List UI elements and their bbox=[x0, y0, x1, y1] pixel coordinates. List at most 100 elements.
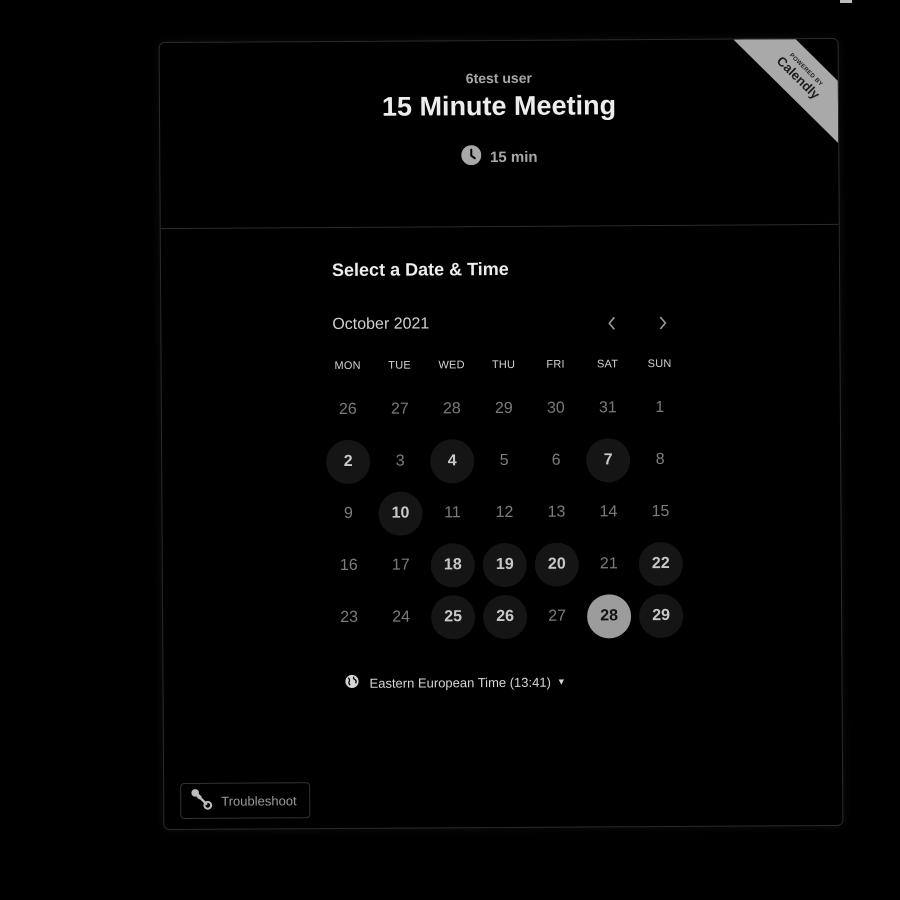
globe-icon bbox=[344, 674, 359, 692]
window-edge-mark bbox=[840, 0, 852, 3]
day-number: 30 bbox=[546, 399, 565, 417]
troubleshoot-label: Troubleshoot bbox=[221, 792, 297, 809]
month-navigation: October 2021 bbox=[332, 310, 682, 342]
day-number: 7 bbox=[586, 438, 631, 483]
day-number: 3 bbox=[395, 452, 405, 470]
day-number: 31 bbox=[598, 399, 617, 417]
day-number: 27 bbox=[548, 607, 567, 625]
day-number: 14 bbox=[599, 503, 618, 521]
day-number: 11 bbox=[444, 504, 461, 522]
scheduling-card: POWERED BY Calendly 6test user 15 Minute… bbox=[158, 37, 844, 831]
duration-label: 15 min bbox=[489, 148, 538, 166]
day-number: 9 bbox=[343, 504, 353, 522]
day-number: 18 bbox=[430, 543, 475, 588]
next-month-button[interactable] bbox=[647, 310, 677, 340]
selected-day[interactable]: 28 bbox=[583, 590, 635, 642]
day-number: 6 bbox=[551, 451, 561, 469]
wrench-icon bbox=[191, 788, 213, 813]
day-number: 10 bbox=[378, 491, 423, 536]
available-day[interactable]: 26 bbox=[479, 591, 531, 643]
weekday-label: THU bbox=[491, 358, 516, 372]
available-day[interactable]: 19 bbox=[479, 539, 531, 591]
weekday-header: MON TUE WED THU FRI SAT SUN bbox=[322, 358, 686, 372]
available-day[interactable]: 22 bbox=[635, 538, 687, 590]
weekday-label: TUE bbox=[388, 359, 411, 372]
chevron-right-icon bbox=[656, 315, 668, 334]
caret-down-icon: ▼ bbox=[556, 676, 566, 687]
day-number: 21 bbox=[599, 555, 618, 573]
weekday-label: SUN bbox=[647, 357, 672, 371]
timezone-selector[interactable]: Eastern European Time (13:41) ▼ bbox=[344, 673, 566, 692]
calendar-day: 24 bbox=[375, 591, 427, 643]
day-number: 12 bbox=[495, 503, 514, 522]
calendar-day: 23 bbox=[323, 592, 375, 644]
available-day[interactable]: 2 bbox=[322, 436, 374, 488]
day-number: 29 bbox=[494, 399, 513, 418]
calendar-day: 27 bbox=[531, 591, 583, 643]
day-number: 19 bbox=[482, 542, 527, 588]
calendar-day: 3 bbox=[374, 435, 426, 487]
weekday-label: FRI bbox=[546, 358, 565, 371]
calendar-day: 26 bbox=[322, 384, 374, 436]
day-number: 29 bbox=[638, 593, 684, 639]
calendar-day: 16 bbox=[323, 540, 375, 592]
troubleshoot-button[interactable]: Troubleshoot bbox=[180, 782, 311, 819]
event-duration: 15 min bbox=[160, 143, 838, 171]
available-day[interactable]: 7 bbox=[582, 434, 634, 486]
calendar-day: 15 bbox=[634, 486, 686, 538]
calendar-day: 5 bbox=[478, 435, 530, 487]
day-number: 15 bbox=[651, 502, 670, 521]
previous-month-button[interactable] bbox=[597, 310, 627, 340]
calendar-day: 14 bbox=[582, 486, 634, 538]
day-number: 13 bbox=[547, 503, 566, 521]
weekday-label: WED bbox=[438, 359, 465, 372]
section-title: Select a Date & Time bbox=[331, 258, 509, 281]
day-number: 26 bbox=[482, 594, 528, 640]
chevron-left-icon bbox=[606, 316, 618, 335]
clock-icon bbox=[461, 145, 482, 169]
calendar-day: 21 bbox=[583, 538, 635, 590]
calendar-day: 9 bbox=[322, 488, 374, 540]
day-number: 25 bbox=[430, 595, 476, 640]
month-label: October 2021 bbox=[332, 315, 430, 334]
calendar-day: 6 bbox=[530, 435, 582, 487]
timezone-label: Eastern European Time (13:41) bbox=[369, 674, 551, 691]
weekday-label: SAT bbox=[596, 358, 619, 371]
day-number: 17 bbox=[391, 556, 410, 574]
calendar-day: 29 bbox=[478, 383, 530, 435]
day-number: 8 bbox=[655, 451, 665, 469]
calendar-day: 13 bbox=[530, 487, 582, 539]
day-number: 1 bbox=[655, 399, 665, 417]
calendar-day: 11 bbox=[426, 487, 478, 539]
available-day[interactable]: 18 bbox=[427, 539, 479, 591]
day-number: 4 bbox=[430, 439, 475, 484]
day-number: 24 bbox=[392, 608, 411, 626]
available-day[interactable]: 29 bbox=[635, 590, 687, 642]
day-number: 16 bbox=[339, 556, 358, 574]
day-number: 28 bbox=[442, 400, 461, 418]
day-number: 2 bbox=[326, 439, 371, 485]
calendar-day: 28 bbox=[426, 383, 478, 435]
host-name: 6test user bbox=[465, 69, 532, 87]
day-number: 26 bbox=[338, 400, 357, 418]
calendar-day: 27 bbox=[374, 383, 426, 435]
available-day[interactable]: 25 bbox=[427, 591, 479, 643]
day-number: 27 bbox=[390, 400, 409, 418]
day-number: 23 bbox=[340, 608, 359, 626]
calendar-days: 26 27 28 29 30 31 1 2 3 4 5 6 7 8 9 10 11 12 13 14 15 16 17 18 1… bbox=[322, 382, 688, 644]
weekday-label: MON bbox=[334, 359, 361, 373]
calendar-day: 12 bbox=[478, 487, 530, 539]
available-day[interactable]: 4 bbox=[426, 435, 478, 487]
calendar-day: 1 bbox=[634, 382, 686, 434]
available-day[interactable]: 20 bbox=[531, 539, 583, 591]
event-title: 15 Minute Meeting bbox=[381, 90, 617, 122]
available-day[interactable]: 10 bbox=[374, 487, 426, 539]
day-number: 5 bbox=[499, 451, 509, 470]
day-number: 22 bbox=[638, 541, 683, 587]
event-header: 6test user 15 Minute Meeting 15 min bbox=[159, 38, 839, 230]
day-number: 20 bbox=[534, 542, 579, 587]
calendar-day: 17 bbox=[375, 539, 427, 591]
calendar-day: 8 bbox=[634, 434, 686, 486]
day-number: 28 bbox=[586, 594, 632, 639]
calendar-day: 30 bbox=[530, 383, 582, 435]
